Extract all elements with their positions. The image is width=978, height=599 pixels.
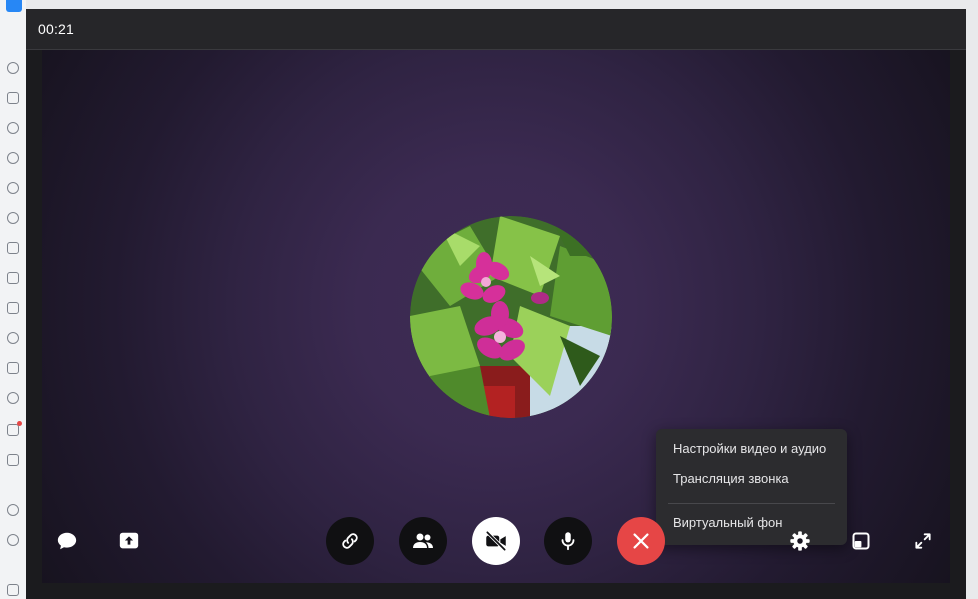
background-app-sidebar	[0, 0, 26, 599]
camera-off-icon	[485, 530, 507, 552]
chat-button[interactable]	[52, 526, 82, 556]
sidebar-photos-icon[interactable]	[7, 242, 19, 254]
sidebar-stickers-icon[interactable]	[7, 392, 19, 404]
screen: 00:21 Настройки видео и аудио Трансляция…	[0, 0, 978, 599]
call-header: 00:21	[26, 9, 966, 50]
sidebar-friends-icon[interactable]	[7, 182, 19, 194]
end-call-icon	[633, 533, 649, 549]
participant-avatar[interactable]	[410, 216, 612, 418]
participants-button[interactable]	[399, 517, 447, 565]
call-timer: 00:21	[38, 21, 75, 37]
sidebar-communities-icon[interactable]	[7, 212, 19, 224]
link-icon	[342, 533, 358, 549]
sidebar-video-icon[interactable]	[7, 302, 19, 314]
settings-button[interactable]	[785, 526, 815, 556]
microphone-icon	[561, 532, 575, 551]
call-window: 00:21 Настройки видео и аудио Трансляция…	[26, 9, 966, 599]
sidebar-news-icon[interactable]	[7, 92, 19, 104]
sidebar-games-icon[interactable]	[7, 362, 19, 374]
gear-icon	[790, 531, 810, 551]
fullscreen-icon	[915, 533, 931, 549]
chat-icon	[57, 532, 77, 550]
fullscreen-button[interactable]	[908, 526, 938, 556]
copy-link-button[interactable]	[326, 517, 374, 565]
picture-in-picture-icon	[852, 532, 870, 550]
sidebar-messages-icon[interactable]	[7, 122, 19, 134]
settings-menu: Настройки видео и аудио Трансляция звонк…	[656, 429, 847, 545]
sidebar-services-icon[interactable]	[7, 454, 19, 466]
microphone-button[interactable]	[544, 517, 592, 565]
sidebar-calls-icon[interactable]	[7, 152, 19, 164]
video-stage: Настройки видео и аудио Трансляция звонк…	[42, 50, 950, 583]
screen-share-icon	[119, 532, 139, 549]
menu-item-call-broadcast[interactable]: Трансляция звонка	[656, 464, 847, 494]
end-call-button[interactable]	[617, 517, 665, 565]
sidebar-apps-icon[interactable]	[7, 504, 19, 516]
sidebar-clips-icon[interactable]	[7, 332, 19, 344]
sidebar-more-icon[interactable]	[7, 584, 19, 596]
avatar-flower-image	[410, 216, 612, 418]
app-logo	[6, 0, 22, 12]
camera-toggle-button[interactable]	[472, 517, 520, 565]
menu-item-video-audio-settings[interactable]: Настройки видео и аудио	[656, 434, 847, 464]
participants-icon	[413, 533, 433, 548]
sidebar-market-icon[interactable]	[7, 421, 22, 436]
menu-item-virtual-background[interactable]: Виртуальный фон	[656, 508, 847, 538]
menu-divider	[668, 503, 835, 504]
picture-in-picture-button[interactable]	[846, 526, 876, 556]
screen-share-button[interactable]	[114, 526, 144, 556]
sidebar-profile-icon[interactable]	[7, 62, 19, 74]
sidebar-music-icon[interactable]	[7, 272, 19, 284]
sidebar-help-icon[interactable]	[7, 534, 19, 546]
